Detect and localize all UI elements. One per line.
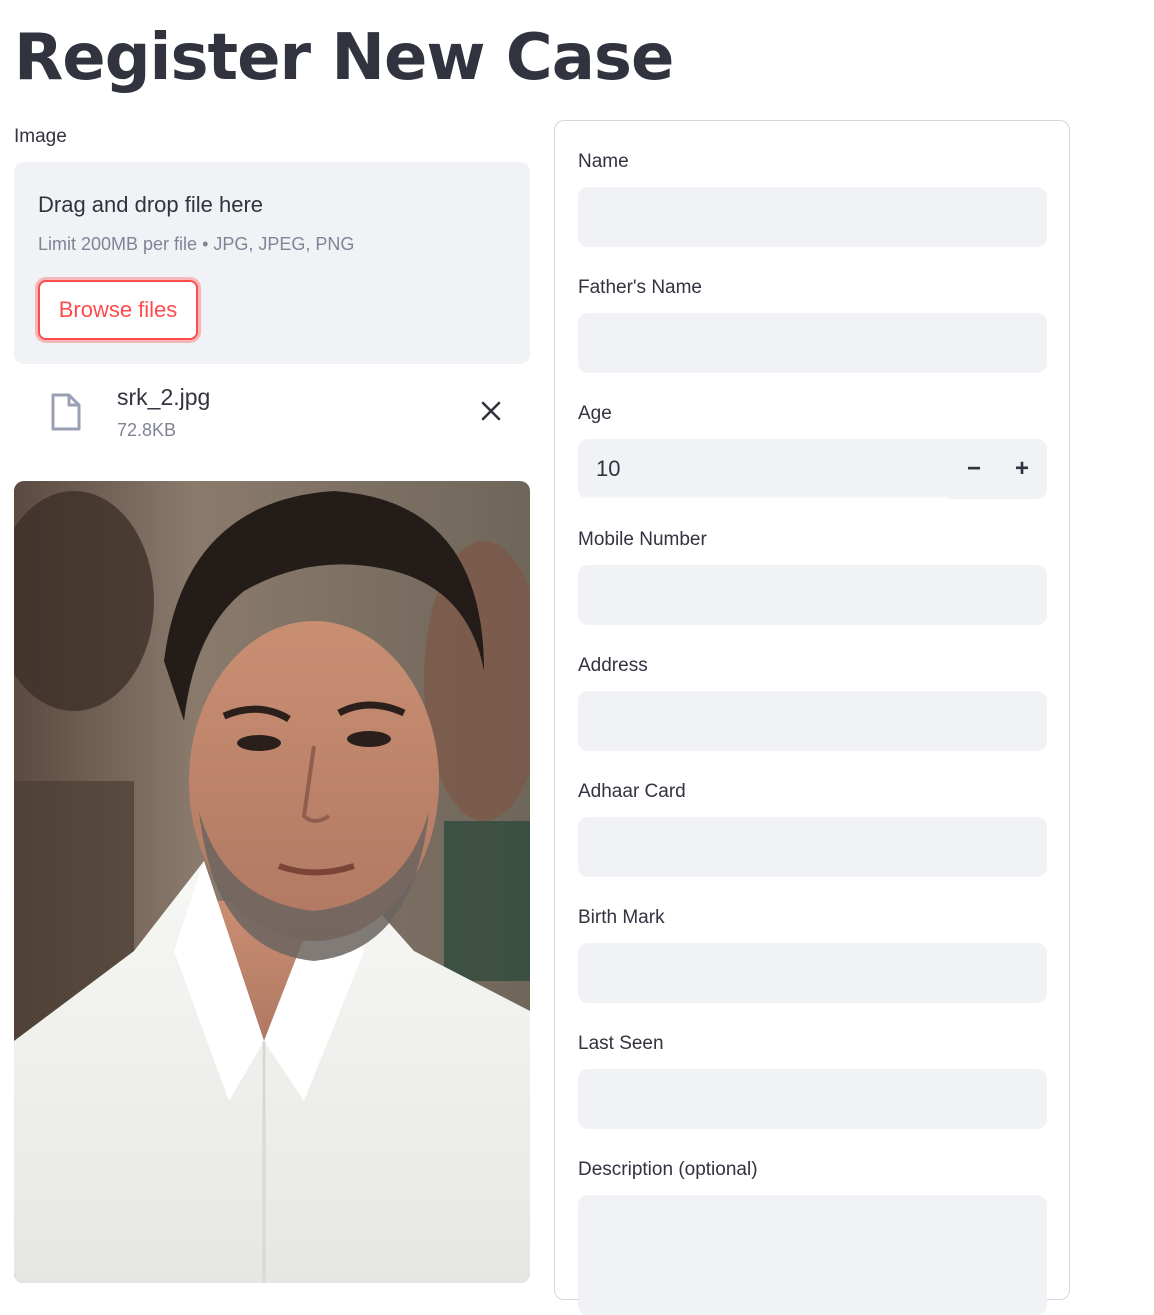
last-seen-input[interactable] bbox=[578, 1069, 1047, 1129]
last-seen-label: Last Seen bbox=[578, 1033, 664, 1054]
birth-mark-input[interactable] bbox=[578, 943, 1047, 1003]
age-increment-button[interactable]: + bbox=[998, 439, 1046, 499]
page-title: Register New Case bbox=[14, 21, 674, 95]
file-icon bbox=[50, 392, 82, 432]
birth-mark-label: Birth Mark bbox=[578, 907, 665, 928]
mobile-number-input[interactable] bbox=[578, 565, 1047, 625]
case-form: Name Father's Name Age 10 − + Mobile Num… bbox=[554, 120, 1070, 1315]
uploaded-image-preview bbox=[14, 481, 530, 1283]
age-stepper: 10 − + bbox=[578, 439, 1047, 499]
age-input[interactable]: 10 bbox=[596, 439, 620, 499]
name-label: Name bbox=[578, 151, 629, 172]
browse-files-button[interactable]: Browse files bbox=[38, 280, 198, 340]
close-icon[interactable] bbox=[476, 396, 506, 426]
file-size: 72.8KB bbox=[117, 420, 177, 440]
fathers-name-input[interactable] bbox=[578, 313, 1047, 373]
age-input-underline bbox=[578, 497, 950, 499]
adhaar-card-label: Adhaar Card bbox=[578, 781, 686, 802]
address-label: Address bbox=[578, 655, 648, 676]
fathers-name-label: Father's Name bbox=[578, 277, 703, 298]
description-textarea[interactable] bbox=[578, 1195, 1047, 1315]
address-input[interactable] bbox=[578, 691, 1047, 751]
dropzone-title: Drag and drop file here bbox=[38, 192, 264, 217]
adhaar-card-input[interactable] bbox=[578, 817, 1047, 877]
uploaded-file-item: srk_2.jpg 72.8KB bbox=[14, 376, 530, 456]
file-name: srk_2.jpg bbox=[117, 384, 211, 410]
name-input[interactable] bbox=[578, 187, 1047, 247]
age-label: Age bbox=[578, 403, 612, 424]
age-decrement-button[interactable]: − bbox=[950, 439, 998, 499]
description-label: Description (optional) bbox=[578, 1159, 758, 1180]
image-label: Image bbox=[14, 126, 67, 147]
file-dropzone[interactable]: Drag and drop file here Limit 200MB per … bbox=[14, 162, 530, 364]
mobile-number-label: Mobile Number bbox=[578, 529, 707, 550]
dropzone-limit-text: Limit 200MB per file • JPG, JPEG, PNG bbox=[38, 234, 355, 254]
